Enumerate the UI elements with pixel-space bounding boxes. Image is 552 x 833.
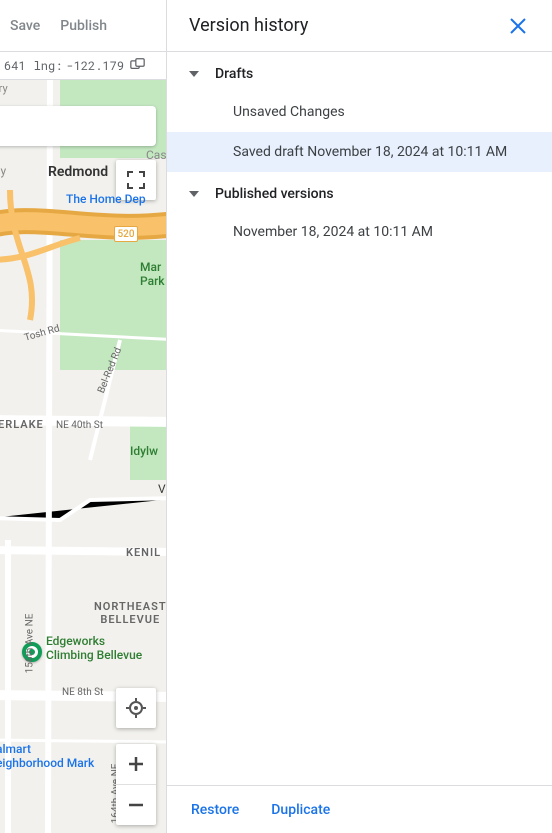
plus-icon (128, 756, 144, 772)
map-label-v: V (158, 482, 166, 496)
map-controls (116, 688, 156, 825)
zoom-in-button[interactable] (116, 744, 156, 784)
map-label-nebel: NORTHEAST BELLEVUE (94, 600, 166, 626)
map-label-8th: NE 8th St (62, 687, 103, 698)
published-label: Published versions (215, 186, 334, 202)
map-area[interactable]: iry Redmond Cast ay The Home Dep 520 Mar… (0, 80, 166, 833)
version-item-unsaved[interactable]: Unsaved Changes (167, 92, 552, 132)
crosshair-icon (126, 698, 146, 718)
layers-icon[interactable] (130, 58, 150, 74)
map-label-kenil: KENIL (126, 546, 161, 559)
lat-fragment: 641 (4, 58, 26, 74)
hwy-shield-520: 520 (114, 226, 138, 242)
map-label-idylw: Idylw (130, 444, 158, 458)
map-label-walmart: almart eighborhood Mark (0, 742, 94, 770)
drafts-section-header[interactable]: Drafts (167, 52, 552, 92)
map-label-erlake: ERLAKE (0, 418, 44, 431)
map-label-iry: iry (0, 82, 8, 95)
restore-button[interactable]: Restore (191, 802, 239, 818)
panel-body: Drafts Unsaved Changes Saved draft Novem… (167, 52, 552, 785)
fullscreen-icon (127, 171, 145, 189)
duplicate-button[interactable]: Duplicate (271, 802, 330, 818)
save-button[interactable]: Save (10, 18, 40, 34)
map-label-156: 156th Ave NE (24, 614, 35, 674)
close-button[interactable] (506, 14, 530, 38)
drafts-label: Drafts (215, 66, 253, 82)
map-label-homedepot: The Home Dep (66, 192, 146, 206)
panel-footer: Restore Duplicate (167, 785, 552, 833)
published-section-header[interactable]: Published versions (167, 172, 552, 212)
caret-down-icon (189, 191, 199, 197)
zoom-out-button[interactable] (116, 785, 156, 825)
caret-down-icon (189, 71, 199, 77)
panel-header: Version history (167, 0, 552, 52)
version-item-published[interactable]: November 18, 2024 at 10:11 AM (167, 212, 552, 252)
minus-icon (128, 797, 144, 813)
panel-title: Version history (189, 15, 308, 36)
map-label-edgeworks: Edgeworks Climbing Bellevue (46, 634, 142, 662)
map-label-cast: Cast (146, 148, 166, 162)
close-icon (509, 17, 527, 35)
publish-button[interactable]: Publish (60, 18, 107, 34)
lng-label: lng: (34, 58, 63, 74)
map-label-ay: ay (0, 164, 6, 178)
locate-button[interactable] (116, 688, 156, 728)
lng-value: -122.179 (66, 58, 124, 74)
zoom-controls (116, 744, 156, 825)
version-history-panel: Version history Drafts Unsaved Changes S… (166, 0, 552, 833)
map-label-park: Mar Park (140, 260, 165, 288)
map-label-40th: NE 40th St (56, 420, 103, 431)
map-label-city: Redmond (48, 164, 108, 180)
map-search-box[interactable] (0, 106, 156, 146)
version-item-saved-draft[interactable]: Saved draft November 18, 2024 at 10:11 A… (167, 132, 552, 172)
